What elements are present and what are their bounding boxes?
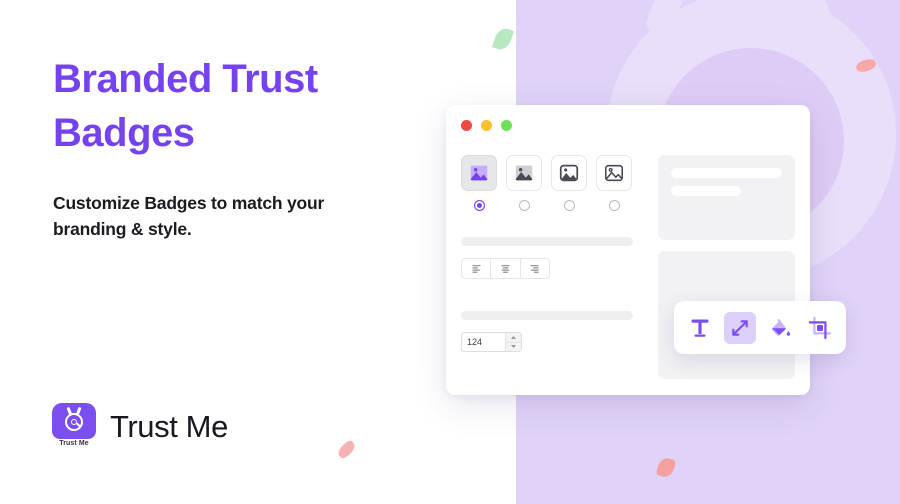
preview-card-top [658, 155, 795, 240]
badge-style-radio-2[interactable] [506, 200, 542, 211]
trust-me-badge-icon [52, 403, 96, 439]
badge-style-radio-3[interactable] [551, 200, 587, 211]
badge-style-option-3[interactable] [551, 155, 587, 191]
badge-style-radios [461, 200, 646, 211]
confetti-green-leaf-icon [491, 26, 515, 52]
maximize-button[interactable] [501, 120, 512, 131]
placeholder-field-1 [461, 237, 633, 246]
align-right-button[interactable] [521, 259, 549, 278]
radio-empty-icon[interactable] [518, 200, 530, 211]
confetti-pink-dash-bottom-icon [335, 439, 358, 460]
brand-lockup: Trust Me Trust Me [52, 403, 228, 451]
quantity-stepper[interactable]: 124 [461, 332, 522, 352]
fill-bucket-tool-button[interactable] [764, 312, 796, 344]
crop-tool-button[interactable] [804, 312, 836, 344]
radio-empty-icon[interactable] [608, 200, 620, 211]
radio-empty-icon[interactable] [563, 200, 575, 211]
window-traffic-lights [461, 120, 512, 131]
radio-selected-icon[interactable] [473, 200, 485, 211]
badge-style-thumbnails [461, 155, 646, 191]
slide-canvas: Branded Trust Badges Customize Badges to… [0, 0, 900, 504]
quantity-value[interactable]: 124 [462, 333, 505, 351]
brand-wordmark: Trust Me [110, 409, 228, 444]
text-tool-button[interactable] [684, 312, 716, 344]
image-filled-gray-icon[interactable] [506, 155, 542, 191]
page-title: Branded Trust Badges [53, 57, 318, 156]
align-left-button[interactable] [462, 259, 492, 278]
skeleton-line-1 [671, 168, 782, 178]
image-framed-filled-icon[interactable] [551, 155, 587, 191]
badge-style-option-1[interactable] [461, 155, 497, 191]
skeleton-line-2 [671, 186, 741, 196]
brand-logo-caption: Trust Me [59, 440, 89, 447]
image-framed-outline-icon[interactable] [596, 155, 632, 191]
resize-tool-button[interactable] [724, 311, 756, 344]
badge-style-option-4[interactable] [596, 155, 632, 191]
stepper-buttons [505, 333, 521, 351]
stepper-up-icon[interactable] [506, 333, 521, 343]
page-subtitle: Customize Badges to match your branding … [53, 193, 325, 240]
image-filled-purple-icon[interactable] [461, 155, 497, 191]
text-align-group [461, 258, 550, 279]
placeholder-field-2 [461, 311, 633, 320]
badge-style-radio-4[interactable] [596, 200, 632, 211]
badge-style-option-2[interactable] [506, 155, 542, 191]
floating-toolbar [674, 301, 846, 354]
minimize-button[interactable] [481, 120, 492, 131]
settings-column: 124 [461, 155, 646, 352]
brand-logo: Trust Me [52, 403, 96, 451]
align-center-button[interactable] [491, 259, 521, 278]
stepper-down-icon[interactable] [506, 342, 521, 351]
close-button[interactable] [461, 120, 472, 131]
badge-style-radio-1[interactable] [461, 200, 497, 211]
